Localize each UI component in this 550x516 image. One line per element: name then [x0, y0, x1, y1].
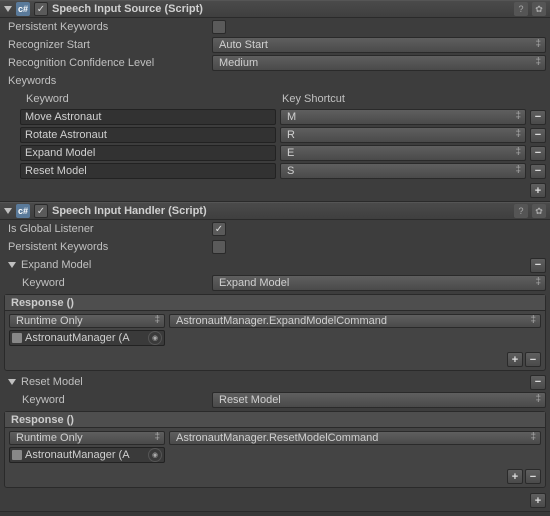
- foldout-icon[interactable]: [8, 262, 16, 268]
- shortcut-dropdown[interactable]: E: [280, 145, 526, 161]
- response-event-box: Response () Runtime Only AstronautManage…: [4, 411, 546, 488]
- keyword-input[interactable]: Expand Model: [20, 145, 276, 161]
- object-picker-icon[interactable]: ◉: [148, 448, 162, 462]
- section-title: Reset Model: [21, 376, 525, 388]
- section-keyword-row: Keyword Reset Model: [0, 391, 550, 409]
- field-label: Is Global Listener: [8, 223, 208, 235]
- foldout-icon[interactable]: [4, 6, 12, 12]
- field-label: Keywords: [8, 75, 208, 87]
- recognizer-start-row: Recognizer Start Auto Start: [0, 36, 550, 54]
- add-event-button[interactable]: +: [507, 352, 523, 367]
- add-button[interactable]: +: [530, 183, 546, 198]
- persistent-keywords-row: Persistent Keywords: [0, 238, 550, 256]
- shortcut-dropdown[interactable]: R: [280, 127, 526, 143]
- keyword-input[interactable]: Rotate Astronaut: [20, 127, 276, 143]
- field-label: Keyword: [8, 394, 208, 406]
- method-dropdown[interactable]: AstronautManager.ExpandModelCommand: [169, 314, 541, 328]
- keywords-footer: +: [0, 180, 550, 201]
- remove-button[interactable]: −: [530, 128, 546, 143]
- keyword-dropdown[interactable]: Reset Model: [212, 392, 546, 408]
- keyword-input[interactable]: Move Astronaut: [20, 109, 276, 125]
- shortcut-dropdown[interactable]: S: [280, 163, 526, 179]
- foldout-icon[interactable]: [8, 379, 16, 385]
- persistent-keywords-row: Persistent Keywords: [0, 18, 550, 36]
- event-footer: + −: [5, 466, 545, 487]
- event-box-header: Response (): [5, 295, 545, 311]
- field-label: Recognition Confidence Level: [8, 57, 208, 69]
- shortcut-dropdown[interactable]: M: [280, 109, 526, 125]
- event-footer: + −: [5, 349, 545, 370]
- remove-section-button[interactable]: −: [530, 375, 546, 390]
- foldout-icon[interactable]: [4, 208, 12, 214]
- remove-section-button[interactable]: −: [530, 258, 546, 273]
- event-entry-row: Runtime Only AstronautManager (A ◉ Astro…: [5, 428, 545, 466]
- gameobject-icon: [12, 333, 22, 343]
- keyword-row: Expand Model E −: [0, 144, 550, 162]
- remove-button[interactable]: −: [530, 164, 546, 179]
- keyword-input[interactable]: Reset Model: [20, 163, 276, 179]
- component-title: Speech Input Source (Script): [52, 3, 510, 15]
- keyword-row: Reset Model S −: [0, 162, 550, 180]
- method-dropdown[interactable]: AstronautManager.ResetModelCommand: [169, 431, 541, 445]
- confidence-row: Recognition Confidence Level Medium: [0, 54, 550, 72]
- help-icon[interactable]: ?: [514, 204, 528, 218]
- callstate-dropdown[interactable]: Runtime Only: [9, 431, 165, 445]
- target-object-field[interactable]: AstronautManager (A ◉: [9, 447, 165, 463]
- shortcut-column-label: Key Shortcut: [282, 93, 546, 105]
- keywords-label-row: Keywords: [0, 72, 550, 90]
- target-object-field[interactable]: AstronautManager (A ◉: [9, 330, 165, 346]
- component-header[interactable]: c# ✓ Speech Input Source (Script) ? ✿: [0, 0, 550, 18]
- section-title: Expand Model: [21, 259, 525, 271]
- speech-input-handler-component: c# ✓ Speech Input Handler (Script) ? ✿ I…: [0, 202, 550, 512]
- global-listener-checkbox[interactable]: ✓: [212, 222, 226, 236]
- settings-icon[interactable]: ✿: [532, 204, 546, 218]
- script-icon: c#: [16, 204, 30, 218]
- keyword-section-header[interactable]: Reset Model −: [0, 373, 550, 391]
- keyword-row: Rotate Astronaut R −: [0, 126, 550, 144]
- remove-button[interactable]: −: [530, 110, 546, 125]
- add-section-button[interactable]: +: [530, 493, 546, 508]
- callstate-dropdown[interactable]: Runtime Only: [9, 314, 165, 328]
- handler-footer: +: [0, 490, 550, 511]
- keyword-column-label: Keyword: [22, 93, 282, 105]
- persistent-keywords-checkbox[interactable]: [212, 240, 226, 254]
- event-entry-row: Runtime Only AstronautManager (A ◉ Astro…: [5, 311, 545, 349]
- enabled-checkbox[interactable]: ✓: [34, 2, 48, 16]
- confidence-dropdown[interactable]: Medium: [212, 55, 546, 71]
- global-listener-row: Is Global Listener ✓: [0, 220, 550, 238]
- field-label: Keyword: [8, 277, 208, 289]
- object-picker-icon[interactable]: ◉: [148, 331, 162, 345]
- component-header[interactable]: c# ✓ Speech Input Handler (Script) ? ✿: [0, 202, 550, 220]
- add-event-button[interactable]: +: [507, 469, 523, 484]
- event-box-header: Response (): [5, 412, 545, 428]
- keyword-dropdown[interactable]: Expand Model: [212, 275, 546, 291]
- keyword-section-header[interactable]: Expand Model −: [0, 256, 550, 274]
- keywords-column-headers: Keyword Key Shortcut: [0, 90, 550, 108]
- field-label: Persistent Keywords: [8, 241, 208, 253]
- speech-input-source-component: c# ✓ Speech Input Source (Script) ? ✿ Pe…: [0, 0, 550, 202]
- response-event-box: Response () Runtime Only AstronautManage…: [4, 294, 546, 371]
- help-icon[interactable]: ?: [514, 2, 528, 16]
- keyword-row: Move Astronaut M −: [0, 108, 550, 126]
- persistent-keywords-checkbox[interactable]: [212, 20, 226, 34]
- component-title: Speech Input Handler (Script): [52, 205, 510, 217]
- script-icon: c#: [16, 2, 30, 16]
- enabled-checkbox[interactable]: ✓: [34, 204, 48, 218]
- gameobject-icon: [12, 450, 22, 460]
- remove-event-button[interactable]: −: [525, 352, 541, 367]
- remove-event-button[interactable]: −: [525, 469, 541, 484]
- remove-button[interactable]: −: [530, 146, 546, 161]
- field-label: Persistent Keywords: [8, 21, 208, 33]
- field-label: Recognizer Start: [8, 39, 208, 51]
- settings-icon[interactable]: ✿: [532, 2, 546, 16]
- section-keyword-row: Keyword Expand Model: [0, 274, 550, 292]
- recognizer-start-dropdown[interactable]: Auto Start: [212, 37, 546, 53]
